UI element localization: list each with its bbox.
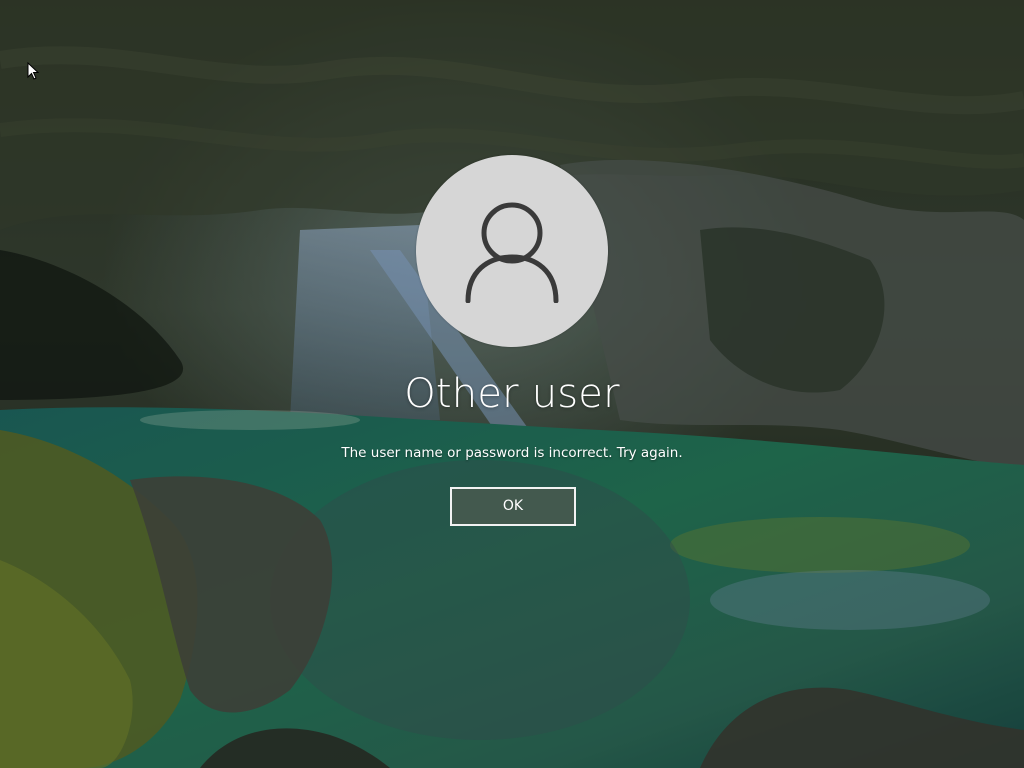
user-name: Other user bbox=[404, 371, 620, 417]
mouse-pointer-icon bbox=[27, 62, 39, 80]
lock-screen: Other user The user name or password is … bbox=[0, 0, 1024, 768]
ok-button[interactable]: OK bbox=[450, 487, 576, 526]
user-avatar bbox=[416, 155, 608, 347]
login-error-message: The user name or password is incorrect. … bbox=[341, 445, 683, 461]
user-silhouette-icon bbox=[465, 202, 559, 303]
